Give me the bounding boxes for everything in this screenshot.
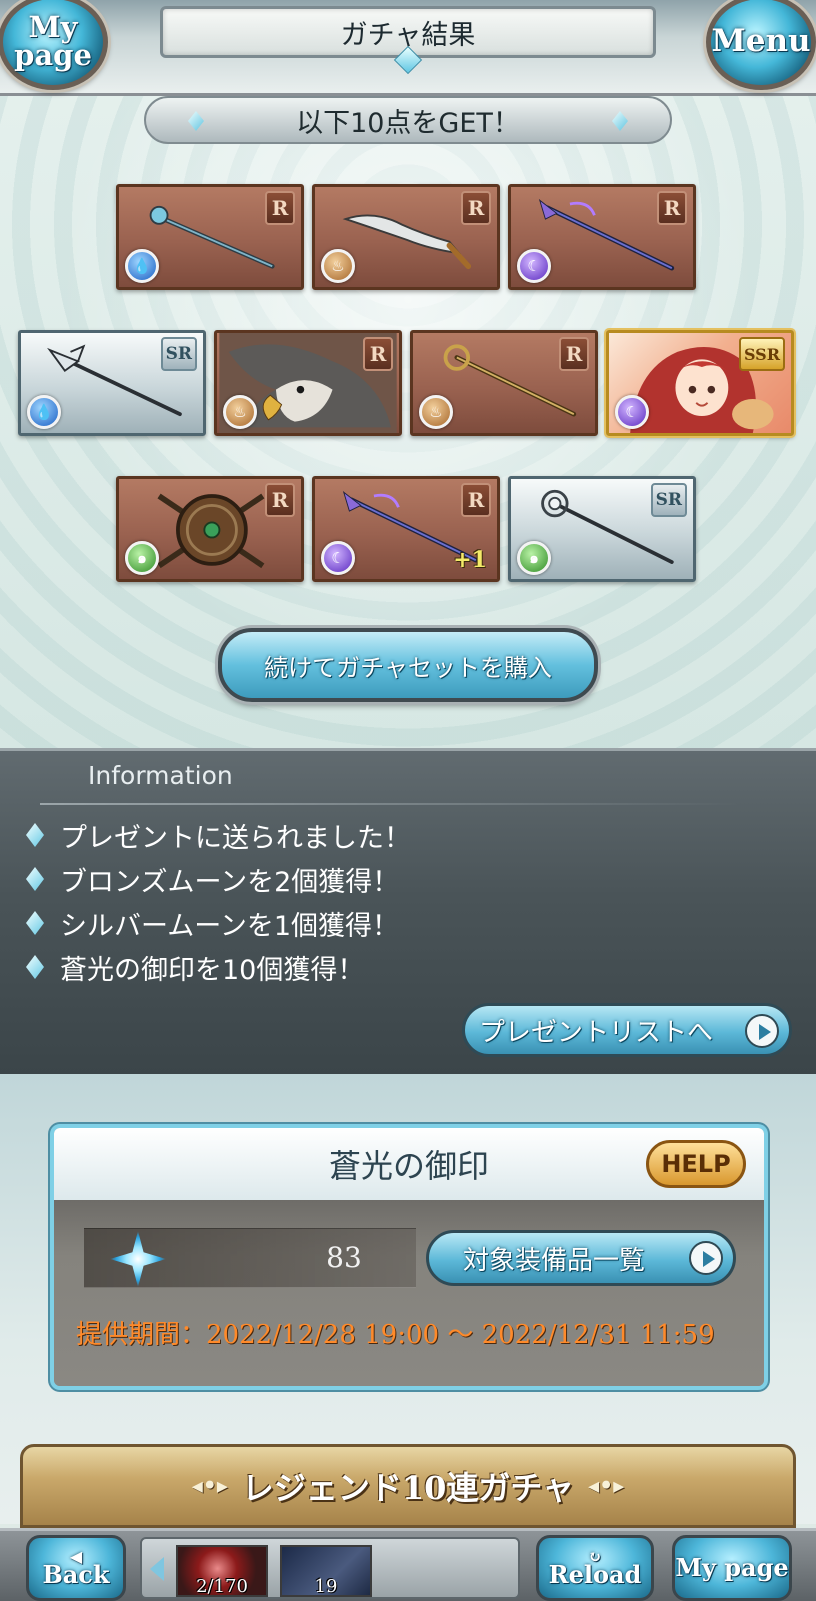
continue-purchase-button[interactable]: 続けてガチャセットを購入 [218,628,598,702]
dark-element-icon: ☾ [615,395,649,429]
item-card-6[interactable]: R ♨ [410,330,598,436]
item-card-1[interactable]: R 💧 [116,184,304,290]
back-button[interactable]: ◀ Back [26,1535,126,1601]
rarity-badge: R [265,191,295,225]
get-banner-text: 以下10点をGET！ [296,107,520,139]
rarity-badge: R [559,337,589,371]
seal-count: 83 [326,1241,362,1274]
footer-bar: ◀ Back 2/170 19 ↻ Reload My page [0,1528,816,1601]
rarity-badge: R [657,191,687,225]
item-tray: 2/170 19 [140,1537,520,1599]
dark-element-icon: ☾ [517,249,551,283]
gem-icon [612,111,628,131]
rarity-badge: R [461,191,491,225]
present-list-button[interactable]: プレゼントリストへ [462,1003,792,1057]
gem-icon [26,955,44,979]
gem-icon [26,867,44,891]
gem-icon [26,911,44,935]
dark-element-icon: ☾ [321,541,355,575]
info-line-text: プレゼントに送られました！ [60,822,411,854]
target-equipment-list-button[interactable]: 対象装備品一覧 [426,1230,736,1286]
reload-button[interactable]: ↻ Reload [536,1535,654,1601]
legend-gacha-label: レジェンド10連ガチャ [241,1469,575,1507]
seal-count-box: 83 [84,1228,416,1288]
scroll-ticket-icon[interactable]: 19 [280,1545,372,1597]
gem-icon [26,823,44,847]
seal-body: 83 対象装備品一覧 提供期間：2022/12/28 19:00 〜 2022/… [54,1200,764,1386]
tray-left-arrow-icon[interactable] [150,1557,164,1581]
tray-item-count: 2/170 [196,1576,248,1597]
earth-element-icon: ♨ [419,395,453,429]
water-element-icon: 💧 [27,395,61,429]
rarity-badge: SR [160,337,197,371]
present-list-label: プレゼントリストへ [479,1017,714,1048]
wind-element-icon: ๑ [125,541,159,575]
plus-bonus-label: +1 [453,547,487,573]
wind-element-icon: ๑ [517,541,551,575]
item-card-3[interactable]: R ☾ [508,184,696,290]
divider [40,803,740,805]
rarity-badge: R [461,483,491,517]
play-arrow-icon [689,1241,723,1275]
offer-period: 提供期間：2022/12/28 19:00 〜 2022/12/31 11:59 [76,1320,715,1350]
item-card-10[interactable]: SR ๑ [508,476,696,582]
moon-ticket-icon[interactable]: 2/170 [176,1545,268,1597]
info-line-text: シルバームーンを1個獲得！ [60,910,400,942]
seal-title: 蒼光の御印 [328,1147,489,1185]
information-panel: Information プレゼントに送られました！ ブロンズムーンを2個獲得！ … [0,748,816,1074]
information-title: Information [88,761,233,790]
tray-item-count: 19 [314,1576,338,1597]
item-card-9[interactable]: R ☾ +1 [312,476,500,582]
rarity-badge: SSR [738,337,785,371]
info-line: ブロンズムーンを2個獲得！ [26,859,399,899]
reload-label: Reload [548,1560,642,1590]
info-line-text: ブロンズムーンを2個獲得！ [60,866,400,898]
legend-gacha-banner[interactable]: ◂•▸ レジェンド10連ガチャ ◂•▸ [20,1444,796,1528]
earth-element-icon: ♨ [223,395,257,429]
seal-panel: 蒼光の御印 HELP 83 対象装備品一覧 提供期間：2022/12/28 19… [50,1124,768,1390]
ornament-icon: ◂•▸ [588,1473,625,1499]
seal-header: 蒼光の御印 HELP [54,1128,764,1200]
footer-mypage-button[interactable]: My page [672,1535,792,1601]
rarity-badge: SR [650,483,687,517]
gem-icon [188,111,204,131]
rarity-badge: R [363,337,393,371]
play-arrow-icon [745,1014,779,1048]
get-banner: 以下10点をGET！ [144,96,672,144]
item-card-7[interactable]: SSR ☾ [606,330,794,436]
help-button[interactable]: HELP [646,1140,746,1188]
info-line: シルバームーンを1個獲得！ [26,903,399,943]
ornament-icon: ◂•▸ [191,1473,228,1499]
rarity-badge: R [265,483,295,517]
info-line: プレゼントに送られました！ [26,815,411,855]
item-card-4[interactable]: SR 💧 [18,330,206,436]
item-card-8[interactable]: R ๑ [116,476,304,582]
info-line-text: 蒼光の御印を10個獲得！ [60,954,365,986]
item-card-5[interactable]: R ♨ [214,330,402,436]
blue-seal-star-icon [110,1231,166,1287]
target-equipment-label: 対象装備品一覧 [463,1245,646,1276]
back-label: Back [42,1560,110,1590]
earth-element-icon: ♨ [321,249,355,283]
water-element-icon: 💧 [125,249,159,283]
item-card-2[interactable]: R ♨ [312,184,500,290]
info-line: 蒼光の御印を10個獲得！ [26,947,364,987]
